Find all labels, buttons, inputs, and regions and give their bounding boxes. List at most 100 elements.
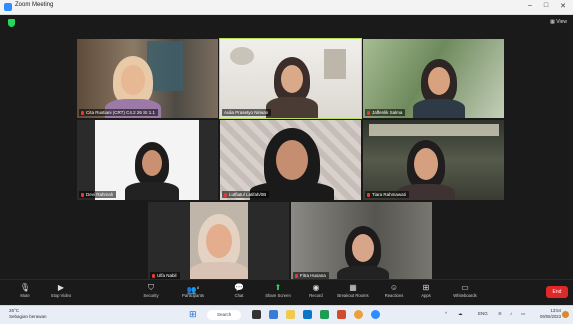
participant-name: Tiara Rahmawati bbox=[372, 192, 406, 197]
video-tile[interactable]: Fitra Husana bbox=[291, 202, 432, 281]
encryption-shield-icon[interactable] bbox=[8, 19, 15, 27]
video-tile[interactable]: Devi Rahmah bbox=[77, 120, 218, 200]
clock-date: 09/05/2023 bbox=[540, 314, 561, 319]
mute-label: Mute bbox=[20, 293, 30, 298]
screen: Zoom Meeting – □ ✕ ▦ View Cita Rustiani … bbox=[0, 0, 573, 324]
breakout-rooms-icon: ▦ bbox=[349, 283, 357, 292]
participant-name: Jaffenlik Salma bbox=[372, 110, 403, 115]
reactions-icon: ☺ bbox=[389, 283, 399, 292]
notification-icon[interactable] bbox=[562, 311, 569, 318]
participant-name-tag: Lutfiatul Latifah/0B bbox=[222, 191, 270, 198]
record-button[interactable]: ◉ Record bbox=[304, 283, 328, 299]
view-button[interactable]: ▦ View bbox=[550, 19, 567, 25]
zoom-taskbar-icon[interactable] bbox=[371, 310, 380, 319]
whiteboard-icon: ▭ bbox=[461, 283, 469, 292]
share-screen-icon: ⬆ bbox=[274, 283, 282, 292]
search-label: Search bbox=[217, 312, 232, 317]
edge-browser-icon[interactable] bbox=[303, 310, 312, 319]
participant-name: Cita Rustiani (CRT) C4.2 26 SI 1.1 bbox=[86, 110, 155, 115]
view-button-label: View bbox=[556, 19, 567, 25]
window-title: Zoom Meeting bbox=[15, 2, 54, 8]
task-view-icon[interactable] bbox=[252, 310, 261, 319]
participant-name-tag: Cita Rustiani (CRT) C4.2 26 SI 1.1 bbox=[79, 109, 158, 116]
participant-name: Aulia Prasetyo Nirwan bbox=[224, 110, 269, 115]
video-tile[interactable]: Cita Rustiani (CRT) C4.2 26 SI 1.1 bbox=[77, 39, 218, 118]
chat-button[interactable]: 💬 Chat bbox=[228, 283, 250, 299]
share-screen-button[interactable]: ⬆ Share Screen bbox=[260, 283, 296, 299]
wifi-icon[interactable]: ≋ bbox=[498, 311, 502, 317]
battery-icon[interactable]: ▭ bbox=[521, 311, 525, 317]
end-meeting-button[interactable]: End bbox=[546, 286, 568, 298]
excel-icon[interactable] bbox=[320, 310, 329, 319]
muted-mic-icon bbox=[295, 273, 298, 278]
zoom-app-icon[interactable] bbox=[269, 310, 278, 319]
volume-icon[interactable]: ♪ bbox=[510, 311, 512, 316]
participant-name-tag: Aulia Prasetyo Nirwan bbox=[222, 109, 272, 116]
video-tile[interactable]: Ulfa Nabil bbox=[148, 202, 289, 281]
participant-name-tag: Ulfa Nabil bbox=[150, 272, 180, 279]
weather-widget[interactable]: 26°C Sebagian berawan bbox=[9, 308, 47, 320]
breakout-rooms-button[interactable]: ▦ Breakout Rooms bbox=[332, 283, 374, 299]
zoom-logo-icon bbox=[4, 3, 12, 11]
muted-mic-icon bbox=[152, 273, 155, 278]
participant-name-tag: Jaffenlik Salma bbox=[365, 109, 406, 116]
security-label: Security bbox=[143, 293, 159, 298]
meeting-toolbar: 🎙 Mute ▶ Stop Video ⛉ Security 👥8 Participan… bbox=[0, 279, 573, 305]
close-button[interactable]: ✕ bbox=[556, 2, 570, 10]
weather-temp: 26°C bbox=[9, 308, 20, 313]
chat-icon: 💬 bbox=[234, 283, 244, 292]
maximize-button[interactable]: □ bbox=[539, 2, 553, 9]
breakout-rooms-label: Breakout Rooms bbox=[337, 293, 369, 298]
mute-button[interactable]: 🎙 Mute bbox=[14, 283, 36, 299]
language-indicator[interactable]: ENG bbox=[478, 311, 488, 316]
participant-name-tag: Tiara Rahmawati bbox=[365, 191, 409, 198]
file-explorer-icon[interactable] bbox=[286, 310, 295, 319]
record-icon: ◉ bbox=[312, 283, 320, 292]
shield-icon: ⛉ bbox=[148, 283, 154, 292]
taskbar-search[interactable]: Search bbox=[207, 310, 241, 320]
minimize-button[interactable]: – bbox=[523, 2, 537, 9]
participants-button[interactable]: 👥8 Participants bbox=[176, 283, 210, 299]
participants-count: 8 bbox=[196, 285, 200, 290]
chat-label: Chat bbox=[234, 293, 244, 298]
apps-icon: ⊞ bbox=[422, 283, 430, 292]
participants-icon: 👥8 bbox=[186, 285, 200, 295]
windows-taskbar: 26°C Sebagian berawan ⊞ Search ^ ☁ ENG ≋… bbox=[0, 305, 573, 324]
video-tile-active-speaker[interactable]: Aulia Prasetyo Nirwan bbox=[219, 38, 362, 119]
window-titlebar: Zoom Meeting – □ ✕ bbox=[0, 0, 573, 15]
record-label: Record bbox=[309, 293, 323, 298]
tray-chevron-icon[interactable]: ^ bbox=[445, 311, 447, 316]
microphone-icon: 🎙 bbox=[19, 283, 31, 292]
reactions-label: Reactions bbox=[384, 293, 404, 298]
stop-video-button[interactable]: ▶ Stop Video bbox=[46, 283, 76, 299]
weather-description: Sebagian berawan bbox=[9, 314, 47, 319]
participant-name: Lutfiatul Latifah/0B bbox=[229, 192, 267, 197]
onedrive-icon[interactable]: ☁ bbox=[458, 311, 463, 317]
participant-name: Devi Rahmah bbox=[86, 192, 114, 197]
security-button[interactable]: ⛉ Security bbox=[138, 283, 164, 299]
share-screen-label: Share Screen bbox=[265, 293, 291, 298]
taskbar-clock[interactable]: 13:54 09/05/2023 bbox=[540, 308, 561, 320]
stop-video-label: Stop Video bbox=[50, 293, 72, 298]
clock-time: 13:54 bbox=[550, 308, 561, 313]
windows-start-icon[interactable]: ⊞ bbox=[189, 310, 197, 319]
gallery-view: ▦ View Cita Rustiani (CRT) C4.2 26 SI 1.… bbox=[0, 15, 573, 281]
muted-mic-icon bbox=[367, 110, 370, 115]
muted-mic-icon bbox=[81, 192, 84, 197]
reactions-button[interactable]: ☺ Reactions bbox=[380, 283, 408, 299]
apps-button[interactable]: ⊞ Apps bbox=[416, 283, 436, 299]
apps-label: Apps bbox=[421, 293, 431, 298]
muted-mic-icon bbox=[81, 110, 84, 115]
video-tile[interactable]: Jaffenlik Salma bbox=[363, 39, 504, 118]
participants-label: Participants bbox=[182, 293, 204, 298]
video-camera-icon: ▶ bbox=[57, 283, 65, 292]
muted-mic-icon bbox=[367, 192, 370, 197]
chrome-icon[interactable] bbox=[354, 310, 363, 319]
participant-name: Ulfa Nabil bbox=[157, 273, 177, 278]
whiteboards-button[interactable]: ▭ Whiteboards bbox=[448, 283, 482, 299]
muted-mic-icon bbox=[224, 192, 227, 197]
video-tile[interactable]: Tiara Rahmawati bbox=[363, 120, 504, 200]
powerpoint-icon[interactable] bbox=[337, 310, 346, 319]
participant-name: Fitra Husana bbox=[300, 273, 326, 278]
video-tile[interactable]: Lutfiatul Latifah/0B bbox=[220, 120, 361, 200]
